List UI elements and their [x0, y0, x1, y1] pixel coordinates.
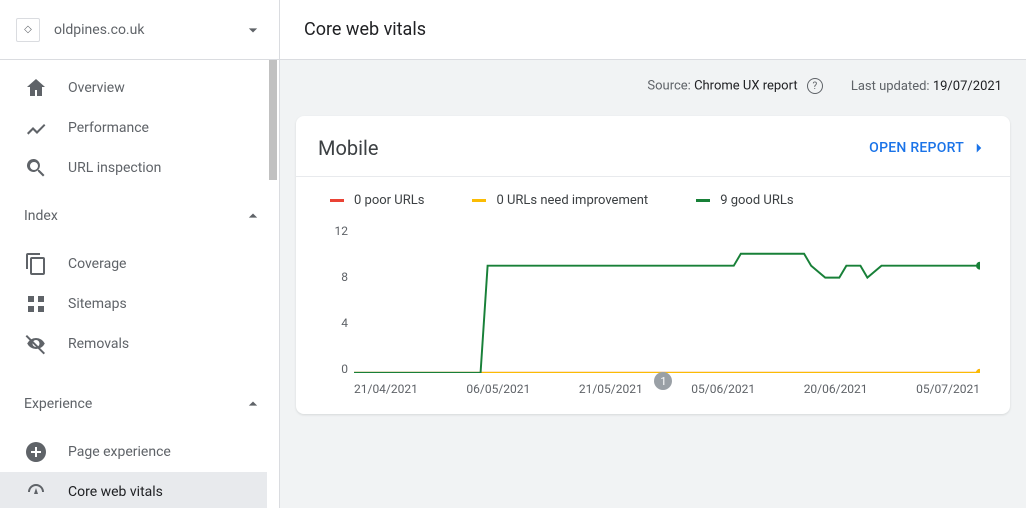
home-icon: [24, 76, 48, 100]
page-title: Core web vitals: [304, 19, 426, 40]
sidebar-item-coverage[interactable]: Coverage: [0, 244, 279, 284]
open-report-label: OPEN REPORT: [869, 140, 964, 156]
nav-experience-items: Page experience Core web vitals: [0, 424, 279, 508]
hide-icon: [24, 332, 48, 356]
source-block: Source: Chrome UX report ?: [647, 78, 822, 94]
main: Core web vitals Source: Chrome UX report…: [280, 0, 1026, 508]
sidebar: ◇ oldpines.co.uk Overview Performance UR…: [0, 0, 280, 508]
search-icon: [24, 156, 48, 180]
sidebar-item-sitemaps[interactable]: Sitemaps: [0, 284, 279, 324]
trend-icon: [24, 116, 48, 140]
sidebar-scrollbar[interactable]: [267, 60, 279, 508]
sidebar-item-page-experience[interactable]: Page experience: [0, 432, 279, 472]
nav-section-experience[interactable]: Experience: [0, 384, 279, 424]
speed-icon: [24, 480, 48, 504]
sidebar-item-removals[interactable]: Removals: [0, 324, 279, 364]
meta-row: Source: Chrome UX report ? Last updated:…: [280, 60, 1026, 116]
y-axis-ticks: 12840: [318, 224, 348, 376]
updated-value: 19/07/2021: [933, 79, 1002, 94]
property-name: oldpines.co.uk: [54, 22, 243, 38]
chart-plot: 12840 21/04/202106/05/202121/05/202105/0…: [354, 224, 980, 404]
main-header: Core web vitals: [280, 0, 1026, 60]
chevron-up-icon: [243, 206, 263, 226]
plus-circle-icon: [24, 440, 48, 464]
legend-poor[interactable]: 0 poor URLs: [330, 193, 424, 208]
section-title: Index: [24, 208, 58, 224]
nav-index-items: Coverage Sitemaps Removals: [0, 236, 279, 372]
sidebar-item-label: Coverage: [68, 256, 126, 272]
legend-label: 0 poor URLs: [354, 193, 424, 208]
legend-label: 9 good URLs: [720, 193, 793, 208]
updated-label: Last updated:: [851, 79, 930, 94]
sidebar-item-url-inspection[interactable]: URL inspection: [0, 148, 279, 188]
section-title: Experience: [24, 396, 92, 412]
legend-label: 0 URLs need improvement: [496, 193, 648, 208]
chart-svg: [354, 230, 980, 373]
help-icon[interactable]: ?: [807, 78, 823, 94]
legend-good[interactable]: 9 good URLs: [696, 193, 793, 208]
legend-need[interactable]: 0 URLs need improvement: [472, 193, 648, 208]
legend-swatch-good: [696, 199, 710, 202]
property-favicon: ◇: [16, 18, 40, 42]
chevron-right-icon: [970, 139, 988, 157]
legend-swatch-poor: [330, 199, 344, 202]
sidebar-item-label: Overview: [68, 80, 125, 96]
sidebar-item-overview[interactable]: Overview: [0, 68, 279, 108]
card-mobile: Mobile OPEN REPORT 0 poor URLs: [296, 116, 1010, 414]
property-dropdown[interactable]: ◇ oldpines.co.uk: [0, 0, 279, 60]
updated-block: Last updated: 19/07/2021: [851, 79, 1002, 94]
sidebar-item-core-web-vitals[interactable]: Core web vitals: [0, 472, 279, 508]
sidebar-item-label: URL inspection: [68, 160, 161, 176]
chevron-up-icon: [243, 394, 263, 414]
sidebar-item-label: Page experience: [68, 444, 171, 460]
nav-top: Overview Performance URL inspection: [0, 60, 279, 196]
copy-icon: [24, 252, 48, 276]
sidebar-item-label: Sitemaps: [68, 296, 127, 312]
legend-swatch-need: [472, 199, 486, 202]
sidebar-item-performance[interactable]: Performance: [0, 108, 279, 148]
nav-section-index[interactable]: Index: [0, 196, 279, 236]
open-report-button[interactable]: OPEN REPORT: [869, 139, 988, 157]
dropdown-caret-icon: [243, 20, 263, 40]
sidebar-item-label: Core web vitals: [68, 484, 163, 500]
map-icon: [24, 292, 48, 316]
sidebar-item-label: Performance: [68, 120, 149, 136]
source-label: Source:: [647, 78, 690, 93]
card-title: Mobile: [318, 136, 869, 160]
chart-legend: 0 poor URLs 0 URLs need improvement 9 go…: [330, 193, 988, 208]
sidebar-item-label: Removals: [68, 336, 129, 352]
source-value: Chrome UX report: [694, 78, 798, 93]
